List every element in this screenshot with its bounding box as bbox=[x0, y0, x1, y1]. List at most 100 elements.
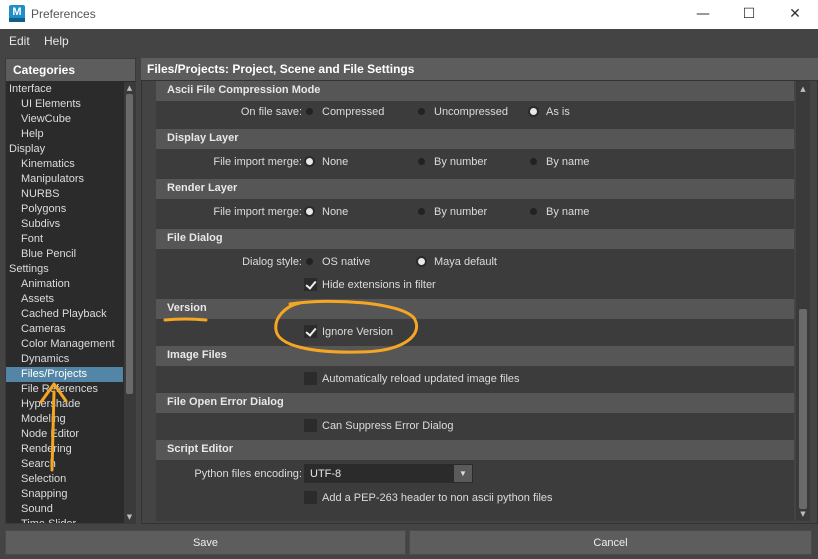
cancel-button[interactable]: Cancel bbox=[409, 530, 812, 555]
categories-header: Categories bbox=[6, 59, 135, 81]
render-import-merge-label: File import merge: bbox=[213, 206, 302, 218]
section-ascii-compression[interactable]: Ascii File Compression Mode bbox=[156, 81, 794, 101]
settings-header: Files/Projects: Project, Scene and File … bbox=[141, 58, 818, 80]
radio-icon bbox=[418, 157, 425, 165]
chevron-down-icon: ▼ bbox=[454, 465, 472, 482]
on-file-save-label: On file save: bbox=[240, 106, 302, 118]
menu-bar: Edit Help bbox=[0, 29, 818, 53]
category-item[interactable]: Cached Playback bbox=[6, 307, 123, 322]
auto-reload-checkbox[interactable] bbox=[304, 372, 317, 385]
radio-render-none[interactable]: None bbox=[306, 206, 348, 218]
radio-render-by-name[interactable]: By name bbox=[530, 206, 589, 218]
maya-app-icon: M bbox=[9, 5, 25, 22]
suppress-error-label: Can Suppress Error Dialog bbox=[322, 420, 454, 432]
ignore-version-label: Ignore Version bbox=[322, 326, 393, 338]
scroll-up-icon[interactable]: ▲ bbox=[125, 83, 134, 93]
category-item[interactable]: Sound bbox=[6, 502, 123, 517]
radio-icon bbox=[530, 157, 537, 165]
category-item[interactable]: Snapping bbox=[6, 487, 123, 502]
categories-scrollbar[interactable]: ▲ ▼ bbox=[124, 82, 135, 523]
category-item[interactable]: Polygons bbox=[6, 202, 123, 217]
category-item[interactable]: Display bbox=[6, 142, 123, 157]
pep263-checkbox[interactable] bbox=[304, 491, 317, 504]
radio-compressed[interactable]: Compressed bbox=[306, 106, 384, 118]
radio-uncompressed[interactable]: Uncompressed bbox=[418, 106, 508, 118]
hide-extensions-checkbox[interactable] bbox=[304, 278, 317, 291]
category-item[interactable]: Interface bbox=[6, 82, 123, 97]
suppress-error-checkbox[interactable] bbox=[304, 419, 317, 432]
menu-help[interactable]: Help bbox=[44, 34, 69, 48]
category-item[interactable]: UI Elements bbox=[6, 97, 123, 112]
radio-display-none[interactable]: None bbox=[306, 156, 348, 168]
category-item[interactable]: Rendering bbox=[6, 442, 123, 457]
category-item[interactable]: Animation bbox=[6, 277, 123, 292]
hide-extensions-label: Hide extensions in filter bbox=[322, 279, 436, 291]
category-item[interactable]: Selection bbox=[6, 472, 123, 487]
radio-os-native[interactable]: OS native bbox=[306, 256, 370, 268]
scroll-up-icon[interactable]: ▲ bbox=[798, 84, 808, 94]
section-file-dialog[interactable]: File Dialog bbox=[156, 229, 794, 249]
category-item[interactable]: Node Editor bbox=[6, 427, 123, 442]
encoding-dropdown[interactable]: UTF-8 ▼ bbox=[304, 464, 473, 483]
radio-icon bbox=[306, 257, 313, 265]
title-bar: M Preferences — ☐ ✕ bbox=[0, 0, 818, 29]
scroll-down-icon[interactable]: ▼ bbox=[798, 509, 808, 519]
encoding-label: Python files encoding: bbox=[194, 468, 302, 480]
section-version[interactable]: Version bbox=[156, 299, 794, 319]
category-item[interactable]: Settings bbox=[6, 262, 123, 277]
category-item[interactable]: Subdivs bbox=[6, 217, 123, 232]
window-title: Preferences bbox=[31, 7, 96, 21]
radio-display-by-number[interactable]: By number bbox=[418, 156, 487, 168]
radio-icon bbox=[418, 257, 425, 265]
ignore-version-checkbox[interactable] bbox=[304, 325, 317, 338]
settings-scrollbar[interactable]: ▲ ▼ bbox=[796, 81, 810, 521]
pep263-label: Add a PEP-263 header to non ascii python… bbox=[322, 492, 553, 504]
close-button[interactable]: ✕ bbox=[772, 0, 818, 29]
minimize-button[interactable]: — bbox=[680, 0, 726, 29]
radio-as-is[interactable]: As is bbox=[530, 106, 570, 118]
scroll-down-icon[interactable]: ▼ bbox=[125, 512, 134, 522]
radio-maya-default[interactable]: Maya default bbox=[418, 256, 497, 268]
category-item[interactable]: Hypershade bbox=[6, 397, 123, 412]
radio-icon bbox=[306, 157, 313, 165]
category-item[interactable]: Time Slider bbox=[6, 517, 123, 523]
settings-scroll-thumb[interactable] bbox=[799, 309, 807, 509]
categories-panel: Categories Interface UI Elements ViewCube H… bbox=[5, 58, 136, 524]
radio-icon bbox=[530, 107, 537, 115]
category-item[interactable]: Help bbox=[6, 127, 123, 142]
maximize-button[interactable]: ☐ bbox=[726, 0, 772, 29]
display-import-merge-label: File import merge: bbox=[213, 156, 302, 168]
dialog-style-label: Dialog style: bbox=[242, 256, 302, 268]
categories-scroll-thumb[interactable] bbox=[126, 94, 133, 394]
radio-icon bbox=[418, 207, 425, 215]
category-item[interactable]: Font bbox=[6, 232, 123, 247]
radio-render-by-number[interactable]: By number bbox=[418, 206, 487, 218]
radio-display-by-name[interactable]: By name bbox=[530, 156, 589, 168]
category-item[interactable]: Files/Projects bbox=[6, 367, 123, 382]
auto-reload-label: Automatically reload updated image files bbox=[322, 373, 520, 385]
category-item[interactable]: Assets bbox=[6, 292, 123, 307]
category-item[interactable]: Color Management bbox=[6, 337, 123, 352]
menu-edit[interactable]: Edit bbox=[9, 34, 30, 48]
categories-list: Interface UI Elements ViewCube Help Display K… bbox=[6, 82, 123, 523]
section-script-editor[interactable]: Script Editor bbox=[156, 440, 794, 460]
category-item[interactable]: Cameras bbox=[6, 322, 123, 337]
radio-icon bbox=[306, 207, 313, 215]
section-image-files[interactable]: Image Files bbox=[156, 346, 794, 366]
section-display-layer[interactable]: Display Layer bbox=[156, 129, 794, 149]
category-item[interactable]: Dynamics bbox=[6, 352, 123, 367]
category-item[interactable]: Manipulators bbox=[6, 172, 123, 187]
radio-icon bbox=[306, 107, 313, 115]
category-item[interactable]: Kinematics bbox=[6, 157, 123, 172]
encoding-value: UTF-8 bbox=[310, 468, 342, 480]
save-button[interactable]: Save bbox=[5, 530, 406, 555]
category-item[interactable]: Blue Pencil bbox=[6, 247, 123, 262]
radio-icon bbox=[418, 107, 425, 115]
category-item[interactable]: NURBS bbox=[6, 187, 123, 202]
section-file-open-error[interactable]: File Open Error Dialog bbox=[156, 393, 794, 413]
category-item[interactable]: ViewCube bbox=[6, 112, 123, 127]
section-render-layer[interactable]: Render Layer bbox=[156, 179, 794, 199]
category-item[interactable]: Modeling bbox=[6, 412, 123, 427]
category-item[interactable]: Search bbox=[6, 457, 123, 472]
category-item[interactable]: File References bbox=[6, 382, 123, 397]
